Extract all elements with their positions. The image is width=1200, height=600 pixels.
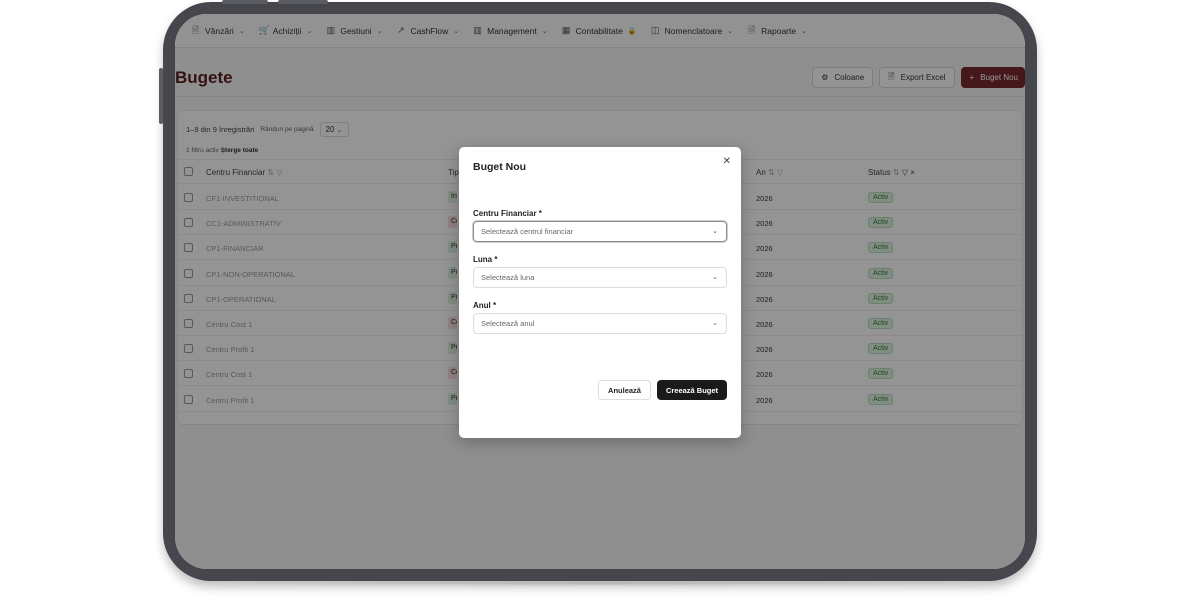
anul-select[interactable]: Selectează anul ⌄ [473, 313, 727, 334]
close-icon[interactable]: ✕ [723, 156, 731, 167]
screen: 🗎 Vânzări ⌄ 🛒 Achiziții ⌄ ▥ Gestiuni ⌄ ↗ CashFlow ⌄… [175, 14, 1025, 569]
chevron-down-icon: ⌄ [712, 320, 718, 327]
anul-label: Anul * [473, 301, 497, 310]
anul-placeholder: Selectează anul [481, 319, 535, 328]
cancel-button[interactable]: Anulează [598, 380, 651, 400]
chevron-down-icon: ⌄ [712, 228, 718, 235]
create-budget-button[interactable]: Creează Buget [657, 380, 727, 400]
luna-label: Luna * [473, 255, 498, 264]
luna-placeholder: Selectează luna [481, 273, 535, 282]
side-button [159, 68, 163, 124]
luna-select[interactable]: Selectează luna ⌄ [473, 267, 727, 288]
centru-select[interactable]: Selectează centrul financiar ⌄ [473, 221, 727, 242]
power-button [222, 0, 268, 4]
centru-label: Centru Financiar * [473, 209, 542, 218]
new-budget-dialog: Buget Nou ✕ Centru Financiar * Selecteaz… [459, 147, 741, 438]
stage: 🗎 Vânzări ⌄ 🛒 Achiziții ⌄ ▥ Gestiuni ⌄ ↗ CashFlow ⌄… [0, 0, 1200, 600]
device-shadow [180, 580, 1020, 586]
centru-placeholder: Selectează centrul financiar [481, 227, 574, 236]
chevron-down-icon: ⌄ [712, 274, 718, 281]
dialog-title: Buget Nou [473, 161, 527, 173]
volume-button [278, 0, 328, 4]
